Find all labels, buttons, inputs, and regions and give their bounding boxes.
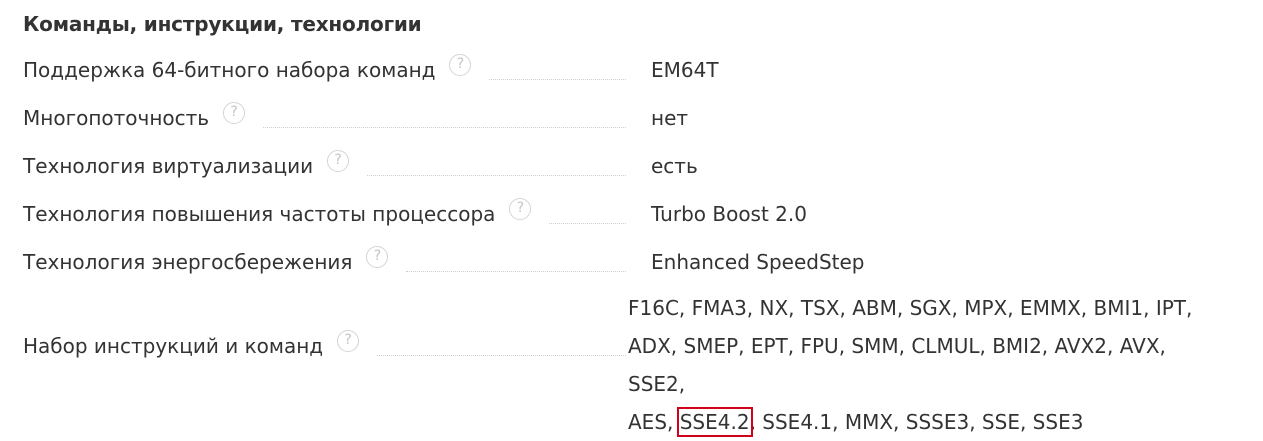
- highlighted-instruction: SSE4.2: [676, 407, 753, 437]
- question-circle-icon[interactable]: ?: [509, 198, 532, 220]
- spec-label: Технология повышения частоты процессора: [23, 202, 496, 226]
- specs-section: Команды, инструкции, технологии Поддержк…: [0, 0, 1263, 437]
- section-title: Команды, инструкции, технологии: [23, 12, 422, 36]
- dotted-leader: [406, 270, 626, 272]
- spec-label-wrap: Технология энергосбережения ?: [23, 246, 626, 274]
- instructions-text: AES,: [628, 410, 680, 434]
- spec-label: Технология виртуализации: [23, 154, 314, 178]
- dotted-leader: [489, 78, 626, 80]
- question-circle-icon[interactable]: ?: [337, 330, 360, 352]
- instructions-value: F16C, FMA3, NX, TSX, ABM, SGX, MPX, EMMX…: [628, 289, 1228, 441]
- question-circle-icon[interactable]: ?: [366, 246, 389, 268]
- question-circle-icon[interactable]: ?: [223, 102, 246, 124]
- spec-value: Enhanced SpeedStep: [651, 250, 865, 274]
- spec-label-wrap: Набор инструкций и команд ?: [23, 330, 626, 358]
- spec-label-wrap: Поддержка 64-битного набора команд ?: [23, 54, 626, 82]
- dotted-leader: [377, 354, 626, 356]
- dotted-leader: [549, 222, 626, 224]
- question-circle-icon[interactable]: ?: [449, 54, 472, 76]
- spec-value: есть: [651, 154, 698, 178]
- spec-label: Технология энергосбережения: [23, 250, 353, 274]
- spec-label-wrap: Технология повышения частоты процессора …: [23, 198, 626, 226]
- spec-label: Поддержка 64-битного набора команд: [23, 58, 436, 82]
- instructions-line: ADX, SMEP, EPT, FPU, SMM, CLMUL, BMI2, A…: [628, 334, 1166, 396]
- spec-label: Набор инструкций и команд: [23, 334, 324, 358]
- dotted-leader: [263, 126, 626, 128]
- spec-value: нет: [651, 106, 689, 130]
- spec-value: Turbo Boost 2.0: [651, 202, 807, 226]
- spec-label-wrap: Технология виртуализации ?: [23, 150, 626, 178]
- question-circle-icon[interactable]: ?: [327, 150, 350, 172]
- spec-label-wrap: Многопоточность ?: [23, 102, 626, 130]
- instructions-text: , SSE4.1, MMX, SSSE3, SSE, SSE3: [749, 410, 1084, 434]
- dotted-leader: [367, 174, 626, 176]
- instructions-line: AES, SSE4.2, SSE4.1, MMX, SSSE3, SSE, SS…: [628, 403, 1228, 441]
- spec-value: EM64T: [651, 58, 719, 82]
- spec-label: Многопоточность: [23, 106, 210, 130]
- instructions-line: F16C, FMA3, NX, TSX, ABM, SGX, MPX, EMMX…: [628, 296, 1193, 320]
